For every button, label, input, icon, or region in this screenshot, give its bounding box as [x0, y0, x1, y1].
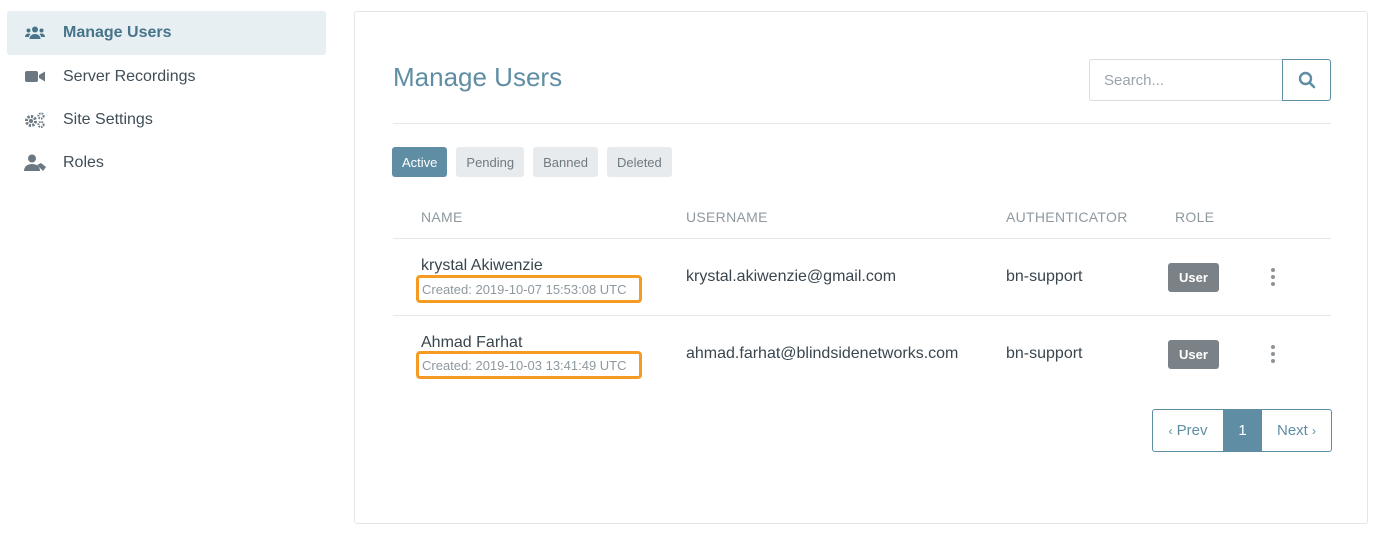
next-page-button[interactable]: Next › — [1261, 410, 1331, 451]
prev-page-button[interactable]: ‹ Prev — [1153, 410, 1224, 451]
prev-label: Prev — [1176, 422, 1208, 439]
sidebar-item-server-recordings[interactable]: Server Recordings — [7, 55, 326, 98]
row-actions-menu-icon[interactable] — [1263, 262, 1283, 292]
tab-deleted[interactable]: Deleted — [606, 147, 672, 177]
pagination: ‹ Prev 1 Next › — [1152, 409, 1332, 452]
sidebar-item-site-settings[interactable]: Site Settings — [7, 98, 326, 141]
search-input[interactable] — [1089, 59, 1282, 101]
sidebar-item-label: Site Settings — [63, 110, 153, 128]
tab-pending[interactable]: Pending — [456, 147, 525, 177]
username: krystal.akiwenzie@gmail.com — [686, 268, 897, 285]
column-header-name: NAME — [421, 209, 463, 225]
user-name: krystal Akiwenzie — [421, 257, 543, 274]
search-icon — [1298, 71, 1315, 89]
column-header-role: ROLE — [1175, 209, 1215, 225]
user-name: Ahmad Farhat — [421, 334, 523, 351]
table-row: Ahmad Farhat Created: 2019-10-03 13:41:4… — [393, 316, 1331, 392]
divider — [393, 123, 1331, 124]
authenticator: bn-support — [1006, 345, 1083, 362]
sidebar-item-label: Manage Users — [63, 24, 172, 41]
role-badge: User — [1168, 263, 1219, 292]
next-label: Next — [1276, 422, 1308, 439]
video-camera-icon — [24, 70, 46, 83]
page-title: Manage Users — [393, 62, 563, 92]
sidebar-item-roles[interactable]: Roles — [7, 141, 326, 184]
row-actions-menu-icon[interactable] — [1263, 339, 1283, 369]
sidebar-item-label: Server Recordings — [63, 67, 196, 85]
created-timestamp: Created: 2019-10-07 15:53:08 UTC — [422, 281, 627, 297]
tab-active[interactable]: Active — [392, 147, 448, 177]
table-row: krystal Akiwenzie Created: 2019-10-07 15… — [393, 239, 1331, 315]
sidebar-item-label: Roles — [63, 153, 104, 171]
user-tag-icon — [24, 154, 46, 171]
column-header-authenticator: AUTHENTICATOR — [1006, 209, 1128, 225]
sidebar: Manage Users Server Recordings Site Sett… — [7, 11, 326, 184]
role-badge: User — [1168, 340, 1219, 369]
search-group — [1089, 59, 1331, 101]
page-1-button[interactable]: 1 — [1224, 410, 1261, 451]
username: ahmad.farhat@blindsidenetworks.com — [686, 345, 959, 362]
chevron-left-icon: ‹ — [1168, 423, 1173, 438]
created-timestamp: Created: 2019-10-03 13:41:49 UTC — [422, 357, 627, 373]
status-tabs: Active Pending Banned Deleted — [392, 147, 672, 177]
users-icon — [24, 26, 46, 40]
sidebar-item-manage-users[interactable]: Manage Users — [7, 11, 326, 55]
column-header-username: USERNAME — [686, 209, 768, 225]
search-button[interactable] — [1282, 59, 1331, 101]
created-highlight: Created: 2019-10-03 13:41:49 UTC — [416, 351, 642, 379]
chevron-right-icon: › — [1312, 423, 1316, 438]
cogs-icon — [24, 111, 46, 128]
created-highlight: Created: 2019-10-07 15:53:08 UTC — [416, 275, 642, 303]
tab-banned[interactable]: Banned — [533, 147, 598, 177]
manage-users-panel: Manage Users Active Pending Banned Delet… — [354, 11, 1368, 524]
authenticator: bn-support — [1006, 268, 1083, 285]
